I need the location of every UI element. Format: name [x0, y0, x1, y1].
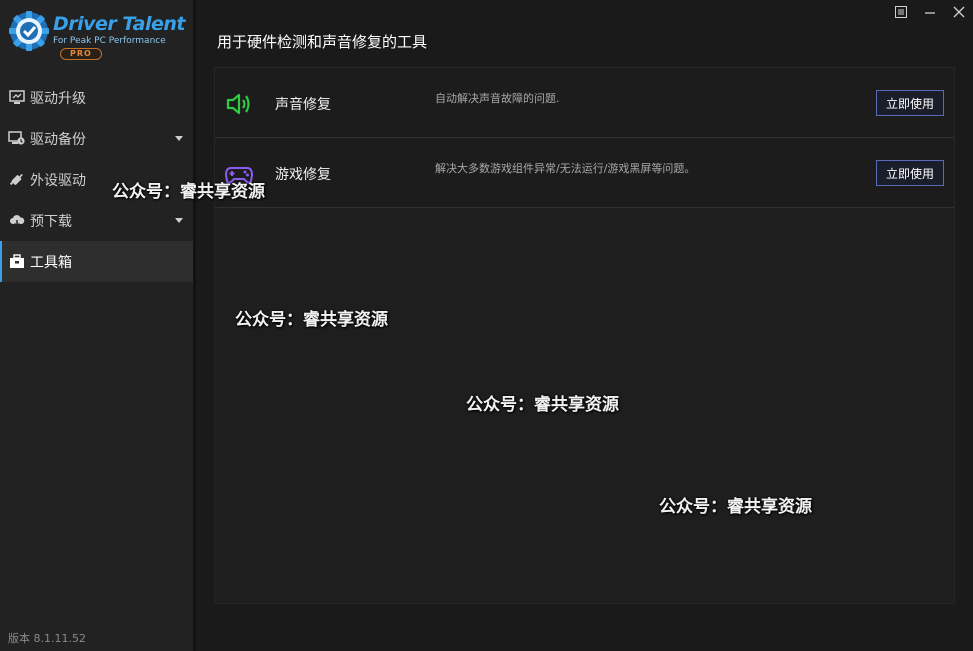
monitor-icon — [8, 89, 25, 106]
window-controls — [886, 0, 973, 24]
close-icon[interactable] — [944, 0, 973, 24]
tool-description: 解决大多数游戏组件异常/无法运行/游戏黑屏等问题。 — [435, 162, 696, 175]
logo-title: Driver Talent — [53, 13, 185, 35]
cloud-download-icon — [8, 212, 25, 229]
sidebar-item-predownload[interactable]: 预下载 — [0, 200, 193, 241]
sidebar-item-label: 驱动升级 — [30, 90, 86, 107]
chevron-down-icon[interactable] — [175, 218, 183, 223]
sidebar-item-label: 外设驱动 — [30, 172, 86, 189]
toolbox-icon — [8, 253, 25, 270]
backup-icon — [8, 130, 25, 147]
gear-logo-icon — [9, 11, 49, 51]
plug-icon — [8, 171, 25, 188]
tool-row-game-repair: 游戏修复 解决大多数游戏组件异常/无法运行/游戏黑屏等问题。 立即使用 — [215, 138, 954, 208]
sidebar-item-label: 预下载 — [30, 213, 72, 230]
watermark-text: 公众号：睿共享资源 — [659, 497, 812, 517]
watermark-text: 公众号：睿共享资源 — [112, 182, 265, 202]
speaker-icon — [226, 93, 250, 115]
tool-description: 自动解决声音故障的问题. — [435, 92, 560, 105]
sidebar-item-toolbox[interactable]: 工具箱 — [0, 241, 193, 282]
chevron-down-icon[interactable] — [175, 136, 183, 141]
minimize-icon[interactable] — [915, 0, 944, 24]
sidebar-item-driver-backup[interactable]: 驱动备份 — [0, 118, 193, 159]
tool-row-sound-repair: 声音修复 自动解决声音故障的问题. 立即使用 — [215, 68, 954, 138]
use-now-button-game[interactable]: 立即使用 — [876, 160, 944, 186]
sidebar-item-driver-update[interactable]: 驱动升级 — [0, 77, 193, 118]
use-now-button-sound[interactable]: 立即使用 — [876, 90, 944, 116]
watermark-text: 公众号：睿共享资源 — [466, 395, 619, 415]
watermark-text: 公众号：睿共享资源 — [235, 310, 388, 330]
menu-icon[interactable] — [886, 0, 915, 24]
logo-subtitle: For Peak PC Performance — [53, 36, 166, 46]
version-label: 版本 8.1.11.52 — [8, 632, 86, 645]
sidebar-divider — [193, 0, 196, 651]
app-logo: Driver Talent For Peak PC Performance PR… — [8, 10, 188, 62]
pro-badge: PRO — [60, 48, 102, 60]
sidebar-item-label: 工具箱 — [30, 254, 72, 271]
sidebar-item-label: 驱动备份 — [30, 131, 86, 148]
sidebar: Driver Talent For Peak PC Performance PR… — [0, 0, 193, 651]
page-title: 用于硬件检测和声音修复的工具 — [217, 33, 428, 51]
tool-name: 游戏修复 — [275, 167, 331, 183]
tool-name: 声音修复 — [275, 97, 331, 113]
tools-panel: 声音修复 自动解决声音故障的问题. 立即使用 游戏修复 解决大多数游戏组件异常/… — [214, 67, 955, 604]
